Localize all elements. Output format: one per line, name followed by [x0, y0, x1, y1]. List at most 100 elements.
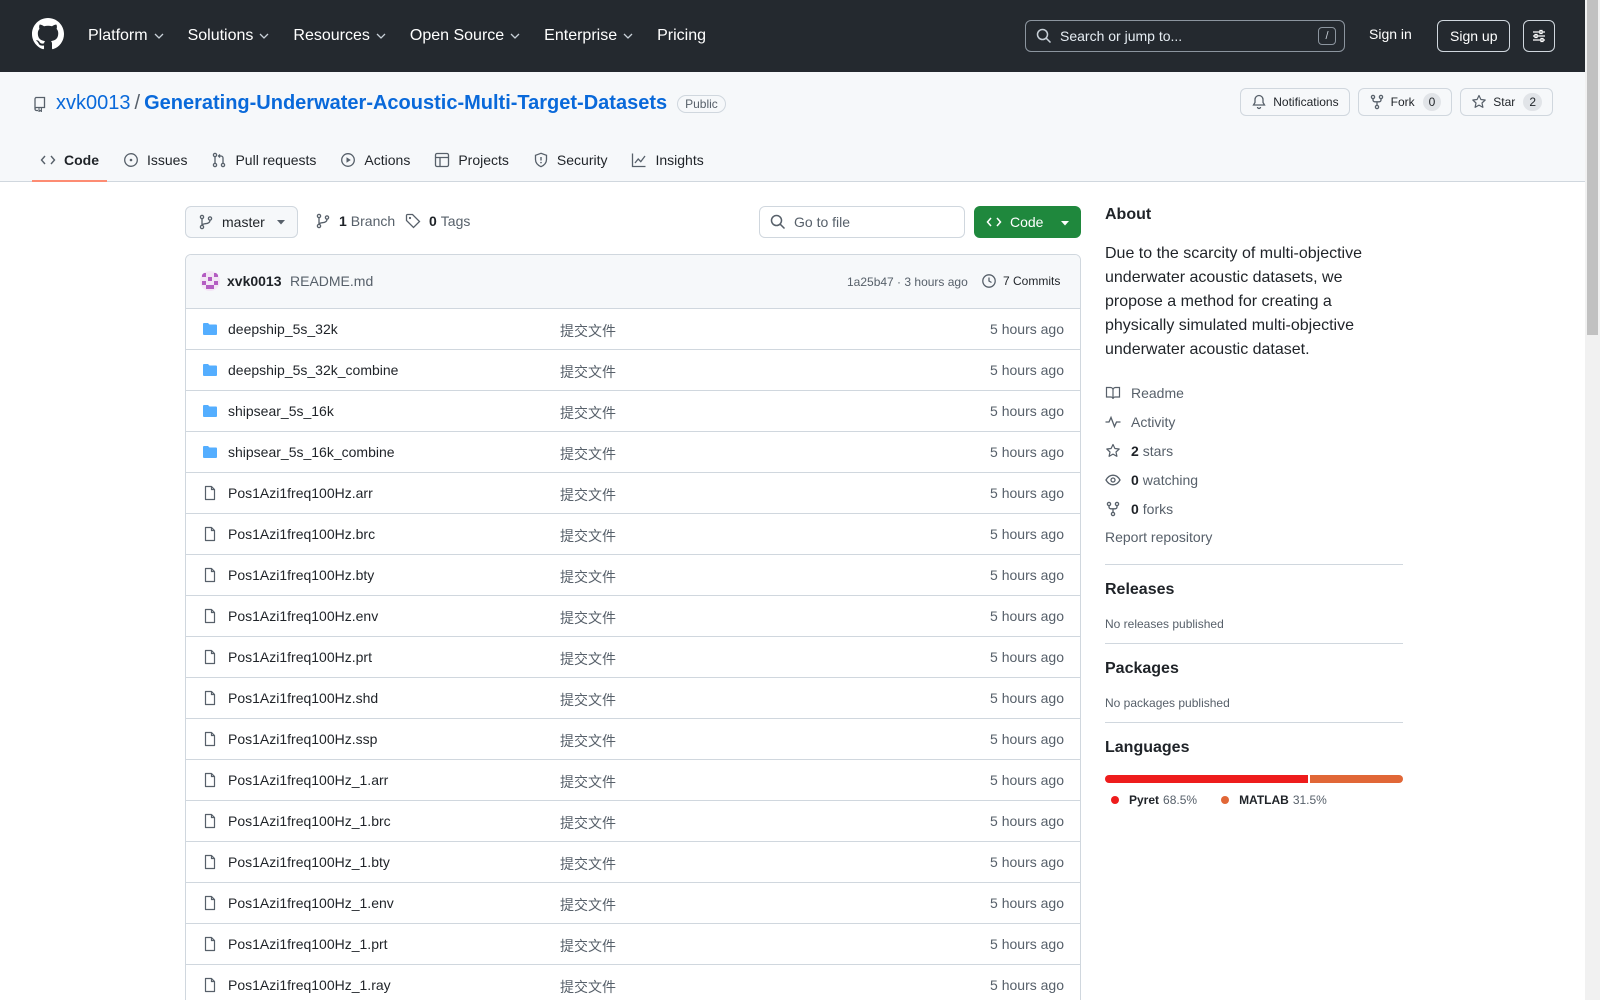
file-row[interactable]: shipsear_5s_16k 提交文件 5 hours ago: [186, 391, 1080, 432]
file-name-link[interactable]: Pos1Azi1freq100Hz.prt: [228, 649, 372, 665]
releases-heading[interactable]: Releases: [1105, 581, 1403, 599]
stars-link[interactable]: 2 stars: [1105, 436, 1403, 465]
nav-pricing[interactable]: Pricing: [657, 27, 706, 45]
repo-name-link[interactable]: Generating-Underwater-Acoustic-Multi-Tar…: [144, 92, 667, 115]
file-name-link[interactable]: shipsear_5s_16k_combine: [228, 444, 395, 460]
search-input[interactable]: Search or jump to... /: [1025, 20, 1345, 52]
file-name-link[interactable]: Pos1Azi1freq100Hz.arr: [228, 485, 373, 501]
file-row[interactable]: Pos1Azi1freq100Hz_1.prt 提交文件 5 hours ago: [186, 924, 1080, 965]
commit-author-link[interactable]: xvk0013: [227, 273, 282, 289]
star-button[interactable]: Star 2: [1460, 88, 1553, 116]
file-row[interactable]: Pos1Azi1freq100Hz.env 提交文件 5 hours ago: [186, 596, 1080, 637]
file-commit-message-link[interactable]: 提交文件: [560, 608, 616, 628]
file-commit-message-link[interactable]: 提交文件: [560, 772, 616, 792]
commit-hash-time[interactable]: 1a25b47 · 3 hours ago: [847, 275, 968, 289]
github-logo-icon[interactable]: [32, 18, 64, 50]
file-row[interactable]: Pos1Azi1freq100Hz_1.env 提交文件 5 hours ago: [186, 883, 1080, 924]
activity-link[interactable]: Activity: [1105, 407, 1403, 436]
file-commit-message-link[interactable]: 提交文件: [560, 526, 616, 546]
watching-link[interactable]: 0 watching: [1105, 465, 1403, 494]
avatar[interactable]: [200, 271, 220, 291]
file-name-link[interactable]: deepship_5s_32k: [228, 321, 338, 337]
sign-up-button[interactable]: Sign up: [1437, 20, 1511, 52]
file-name-link[interactable]: Pos1Azi1freq100Hz_1.brc: [228, 813, 391, 829]
file-name-link[interactable]: Pos1Azi1freq100Hz_1.env: [228, 895, 394, 911]
file-row[interactable]: shipsear_5s_16k_combine 提交文件 5 hours ago: [186, 432, 1080, 473]
file-commit-message-link[interactable]: 提交文件: [560, 731, 616, 751]
tab-pull-requests[interactable]: Pull requests: [203, 138, 324, 182]
star-icon: [1106, 443, 1120, 457]
nav-enterprise[interactable]: Enterprise: [544, 27, 633, 45]
file-row[interactable]: deepship_5s_32k_combine 提交文件 5 hours ago: [186, 350, 1080, 391]
file-commit-message-link[interactable]: 提交文件: [560, 321, 616, 341]
file-name-link[interactable]: Pos1Azi1freq100Hz.bty: [228, 567, 374, 583]
file-row[interactable]: Pos1Azi1freq100Hz.shd 提交文件 5 hours ago: [186, 678, 1080, 719]
file-name-link[interactable]: Pos1Azi1freq100Hz_1.bty: [228, 854, 390, 870]
nav-resources[interactable]: Resources: [293, 27, 386, 45]
file-row[interactable]: Pos1Azi1freq100Hz_1.ray 提交文件 5 hours ago: [186, 965, 1080, 1000]
tab-code[interactable]: Code: [32, 138, 107, 182]
file-name-link[interactable]: Pos1Azi1freq100Hz.shd: [228, 690, 378, 706]
go-to-file-input[interactable]: Go to file: [759, 206, 965, 238]
branches-link[interactable]: 1 Branch: [315, 213, 395, 229]
file-name-link[interactable]: shipsear_5s_16k: [228, 403, 334, 419]
fork-button[interactable]: Fork 0: [1357, 88, 1453, 116]
tags-link[interactable]: 0 Tags: [405, 213, 470, 229]
notifications-label: Notifications: [1273, 95, 1339, 109]
file-commit-time: 5 hours ago: [990, 526, 1064, 542]
forks-link[interactable]: 0 forks: [1105, 494, 1403, 523]
file-commit-message-link[interactable]: 提交文件: [560, 362, 616, 382]
file-name-link[interactable]: deepship_5s_32k_combine: [228, 362, 398, 378]
file-row[interactable]: Pos1Azi1freq100Hz_1.arr 提交文件 5 hours ago: [186, 760, 1080, 801]
nav-platform[interactable]: Platform: [88, 27, 164, 45]
repo-owner-link[interactable]: xvk0013: [56, 92, 131, 115]
file-row[interactable]: Pos1Azi1freq100Hz_1.bty 提交文件 5 hours ago: [186, 842, 1080, 883]
tab-security[interactable]: Security: [525, 138, 616, 182]
file-commit-message-link[interactable]: 提交文件: [560, 649, 616, 669]
file-commit-message-link[interactable]: 提交文件: [560, 403, 616, 423]
report-repository-link[interactable]: Report repository: [1105, 523, 1403, 552]
readme-link[interactable]: Readme: [1105, 378, 1403, 407]
language-item[interactable]: MATLAB 31.5%: [1221, 793, 1327, 807]
branch-selector[interactable]: master: [185, 206, 298, 238]
file-commit-message-link[interactable]: 提交文件: [560, 854, 616, 874]
tab-issues[interactable]: Issues: [115, 138, 195, 182]
page-scrollbar[interactable]: [1585, 0, 1600, 1000]
commit-message-link[interactable]: README.md: [290, 273, 373, 289]
file-row[interactable]: Pos1Azi1freq100Hz.arr 提交文件 5 hours ago: [186, 473, 1080, 514]
notifications-button[interactable]: Notifications: [1240, 88, 1350, 116]
file-row[interactable]: Pos1Azi1freq100Hz.brc 提交文件 5 hours ago: [186, 514, 1080, 555]
file-commit-message-link[interactable]: 提交文件: [560, 936, 616, 956]
file-name-link[interactable]: Pos1Azi1freq100Hz_1.ray: [228, 977, 391, 993]
file-commit-message-link[interactable]: 提交文件: [560, 895, 616, 915]
tab-actions[interactable]: Actions: [332, 138, 418, 182]
file-row[interactable]: Pos1Azi1freq100Hz.ssp 提交文件 5 hours ago: [186, 719, 1080, 760]
file-commit-message-link[interactable]: 提交文件: [560, 690, 616, 710]
file-commit-message-link[interactable]: 提交文件: [560, 567, 616, 587]
file-name-link[interactable]: Pos1Azi1freq100Hz.env: [228, 608, 378, 624]
nav-solutions[interactable]: Solutions: [188, 27, 270, 45]
file-name-link[interactable]: Pos1Azi1freq100Hz_1.prt: [228, 936, 388, 952]
file-name-link[interactable]: Pos1Azi1freq100Hz_1.arr: [228, 772, 388, 788]
packages-heading[interactable]: Packages: [1105, 660, 1403, 678]
file-commit-message-link[interactable]: 提交文件: [560, 485, 616, 505]
language-item[interactable]: Pyret 68.5%: [1111, 793, 1197, 807]
file-commit-message-link[interactable]: 提交文件: [560, 444, 616, 464]
nav-open-source[interactable]: Open Source: [410, 27, 520, 45]
tab-projects[interactable]: Projects: [426, 138, 517, 182]
file-name-link[interactable]: Pos1Azi1freq100Hz.brc: [228, 526, 375, 542]
file-row[interactable]: Pos1Azi1freq100Hz.prt 提交文件 5 hours ago: [186, 637, 1080, 678]
file-commit-message-link[interactable]: 提交文件: [560, 813, 616, 833]
file-commit-message-link[interactable]: 提交文件: [560, 977, 616, 997]
site-menu-button[interactable]: [1523, 20, 1555, 52]
tab-label: Projects: [458, 152, 509, 168]
sign-in-link[interactable]: Sign in: [1369, 26, 1412, 42]
code-download-button[interactable]: Code: [974, 206, 1081, 238]
file-row[interactable]: Pos1Azi1freq100Hz_1.brc 提交文件 5 hours ago: [186, 801, 1080, 842]
file-row[interactable]: deepship_5s_32k 提交文件 5 hours ago: [186, 309, 1080, 350]
commits-history-link[interactable]: 7 Commits: [981, 273, 1060, 289]
scrollbar-thumb[interactable]: [1587, 0, 1598, 335]
file-name-link[interactable]: Pos1Azi1freq100Hz.ssp: [228, 731, 377, 747]
tab-insights[interactable]: Insights: [623, 138, 711, 182]
file-row[interactable]: Pos1Azi1freq100Hz.bty 提交文件 5 hours ago: [186, 555, 1080, 596]
